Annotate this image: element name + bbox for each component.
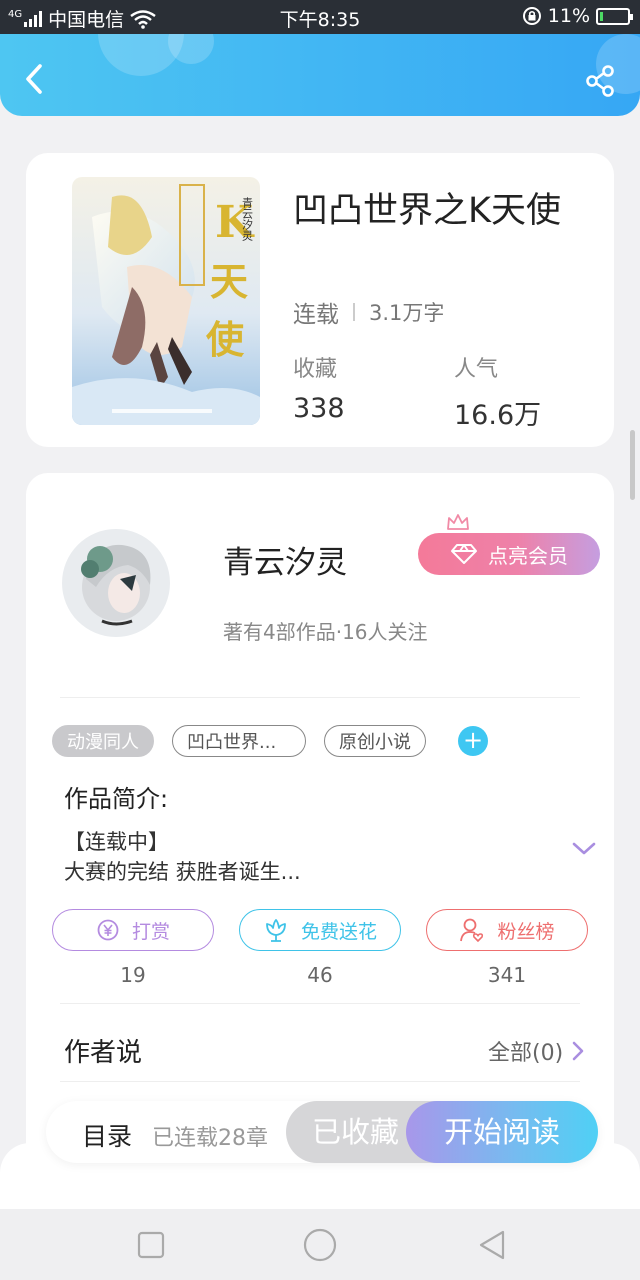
tag-item[interactable]: 动漫同人 bbox=[52, 725, 154, 757]
book-status: 连载 bbox=[293, 302, 339, 328]
circle-icon bbox=[303, 1228, 337, 1262]
fan-ranking-button[interactable]: 粉丝榜 bbox=[426, 909, 588, 951]
flower-icon bbox=[266, 919, 286, 942]
expand-intro-button[interactable] bbox=[571, 840, 597, 862]
reward-button[interactable]: 打赏 bbox=[52, 909, 214, 951]
diamond-icon bbox=[451, 544, 477, 564]
author-name[interactable]: 青云汐灵 bbox=[223, 537, 347, 582]
cover-title-part: 使 bbox=[206, 318, 245, 362]
author-says-all-link[interactable]: 全部(0) bbox=[488, 1035, 585, 1067]
reward-count: 19 bbox=[120, 963, 146, 987]
share-icon bbox=[586, 65, 614, 97]
fan-count: 341 bbox=[487, 963, 527, 987]
cover-title-part: 天 bbox=[210, 260, 248, 304]
fan-ranking-label: 粉丝榜 bbox=[497, 920, 555, 943]
header bbox=[0, 34, 640, 116]
battery-icon bbox=[596, 7, 633, 25]
book-cover-art: K 天 使 青云汐灵 bbox=[72, 177, 260, 425]
back-button[interactable] bbox=[18, 62, 52, 96]
intro-text: 大赛的完结 获胜者诞生... bbox=[64, 860, 301, 884]
back-nav-button[interactable] bbox=[474, 1227, 510, 1263]
reader-bar: 目录 已连载28章 已收藏 开始阅读 bbox=[46, 1101, 598, 1163]
divider bbox=[60, 1081, 580, 1082]
book-card: K 天 使 青云汐灵 凹凸世界之K天使 连载 3.1万字 收藏 338 人气 1… bbox=[26, 153, 614, 447]
intro-title: 作品简介: bbox=[64, 785, 169, 813]
chevron-right-icon bbox=[572, 1041, 584, 1061]
avatar[interactable] bbox=[62, 529, 170, 637]
share-button[interactable] bbox=[584, 64, 618, 98]
square-icon bbox=[137, 1231, 165, 1259]
decor-bubble bbox=[168, 34, 214, 64]
intro-status: 【连载中】 bbox=[64, 830, 169, 854]
crown-icon bbox=[447, 514, 469, 530]
scrollbar[interactable] bbox=[630, 430, 635, 500]
plus-icon: + bbox=[462, 726, 484, 754]
avatar-image bbox=[62, 529, 170, 637]
book-meta: 连载 3.1万字 bbox=[293, 295, 444, 329]
cover-author-text: 青云汐灵 bbox=[241, 197, 254, 242]
flower-count: 46 bbox=[307, 963, 333, 987]
reward-label: 打赏 bbox=[131, 920, 170, 943]
book-cover[interactable]: K 天 使 青云汐灵 bbox=[72, 177, 260, 425]
add-tag-button[interactable]: + bbox=[458, 726, 488, 756]
triangle-back-icon bbox=[479, 1230, 505, 1260]
word-count: 3.1万字 bbox=[369, 301, 445, 325]
coin-icon bbox=[97, 919, 119, 941]
divider bbox=[60, 697, 580, 698]
rotation-lock-icon bbox=[522, 7, 541, 25]
chevron-left-icon bbox=[26, 64, 42, 94]
book-title: 凹凸世界之K天使 bbox=[293, 191, 561, 231]
stat-popularity-value: 16.6万 bbox=[454, 400, 542, 431]
fan-user-icon bbox=[460, 918, 484, 943]
author-stats: 著有4部作品·16人关注 bbox=[223, 620, 428, 644]
tag-item[interactable]: 原创小说 bbox=[324, 725, 426, 757]
author-card: 青云汐灵 著有4部作品·16人关注 点亮会员 动漫同人 凹凸世界... 原创小说… bbox=[26, 473, 614, 1173]
stat-popularity-label: 人气 bbox=[454, 357, 499, 382]
divider bbox=[60, 1003, 580, 1004]
battery-fill bbox=[600, 11, 603, 21]
battery-percent: 11% bbox=[547, 5, 590, 27]
home-button[interactable] bbox=[302, 1227, 338, 1263]
vip-button[interactable]: 点亮会员 bbox=[418, 533, 600, 575]
status-bar: 4G 中国电信 下午8:35 11% bbox=[0, 0, 640, 34]
meta-separator bbox=[353, 303, 355, 321]
vip-button-label: 点亮会员 bbox=[488, 543, 568, 568]
system-nav-bar bbox=[0, 1209, 640, 1280]
stat-favorites-label: 收藏 bbox=[293, 357, 338, 382]
stat-favorites-value: 338 bbox=[293, 393, 345, 424]
author-says-title: 作者说 bbox=[64, 1038, 143, 1068]
start-reading-button[interactable]: 开始阅读 bbox=[406, 1101, 598, 1163]
toc-button[interactable]: 目录 bbox=[82, 1117, 132, 1153]
recent-apps-button[interactable] bbox=[133, 1227, 169, 1263]
send-flower-label: 免费送花 bbox=[300, 920, 377, 943]
author-says-all-label: 全部(0) bbox=[488, 1041, 564, 1066]
chevron-down-icon bbox=[572, 842, 596, 855]
tag-list: 动漫同人 凹凸世界... 原创小说 + bbox=[52, 725, 488, 757]
tag-item[interactable]: 凹凸世界... bbox=[172, 725, 306, 757]
chapter-count: 已连载28章 bbox=[152, 1126, 268, 1151]
status-right: 11% bbox=[522, 5, 633, 27]
send-flower-button[interactable]: 免费送花 bbox=[239, 909, 401, 951]
